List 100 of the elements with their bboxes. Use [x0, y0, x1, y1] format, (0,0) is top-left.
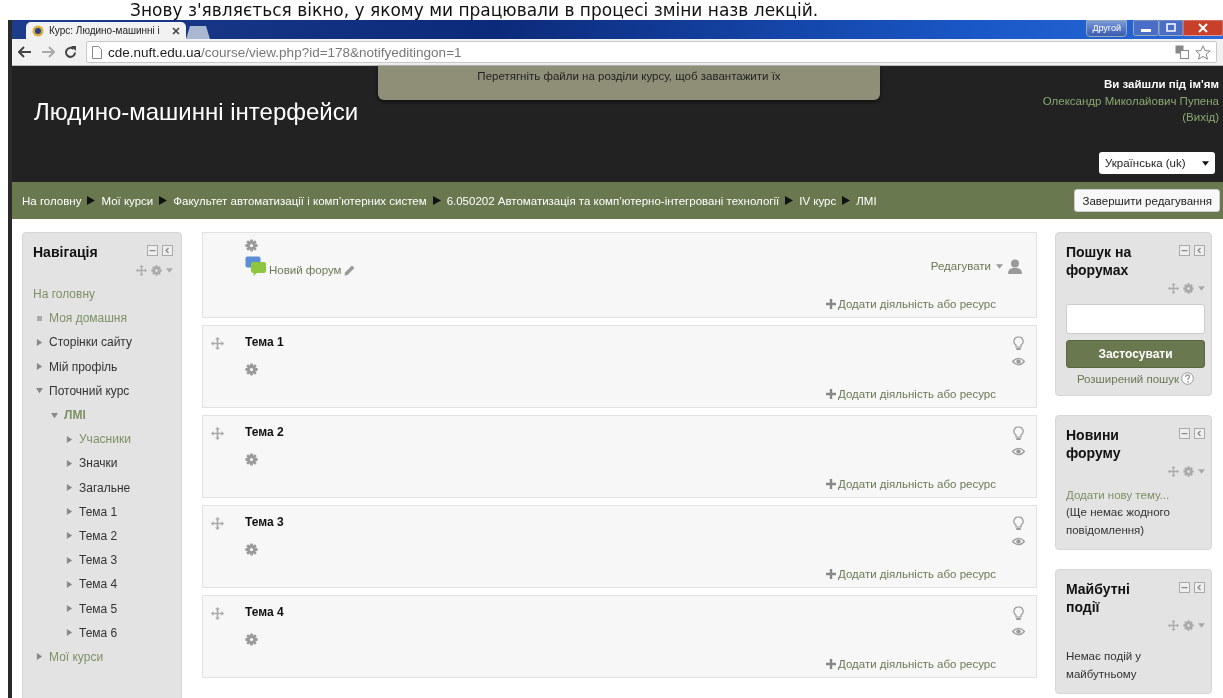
collapsed-arrow-icon[interactable] [36, 653, 43, 661]
dock-block-icon[interactable] [1194, 245, 1205, 256]
reload-icon[interactable] [64, 45, 77, 59]
person-icon[interactable] [1008, 258, 1022, 274]
lightbulb-icon[interactable] [1012, 606, 1024, 621]
lightbulb-icon[interactable] [1012, 516, 1024, 531]
collapsed-arrow-icon[interactable] [66, 556, 73, 564]
dock-block-icon[interactable] [1194, 582, 1205, 593]
move-icon[interactable] [211, 517, 224, 531]
nav-link[interactable]: Учасники [79, 432, 131, 447]
expanded-arrow-icon[interactable] [36, 387, 43, 395]
breadcrumb-link[interactable]: IV курс [799, 194, 837, 207]
caret-icon[interactable] [1202, 160, 1209, 166]
logout-link[interactable]: (Вихід) [1182, 111, 1219, 123]
gear-icon[interactable] [151, 265, 162, 276]
nav-link[interactable]: Тема 4 [79, 577, 118, 592]
minimize-block-icon[interactable] [1179, 245, 1190, 256]
eye-icon[interactable] [1011, 537, 1025, 546]
add-topic-link[interactable]: Додати нову тему... [1066, 489, 1205, 501]
forward-icon[interactable] [41, 46, 55, 58]
add-activity-link[interactable]: Додати діяльність або ресурс [826, 658, 996, 670]
search-field[interactable] [1066, 304, 1205, 334]
nav-link[interactable]: Мої курси [49, 649, 104, 664]
collapsed-arrow-icon[interactable] [66, 508, 73, 516]
plus-icon[interactable] [826, 389, 836, 399]
minimize-block-icon[interactable] [1179, 428, 1190, 439]
move-icon[interactable] [136, 265, 147, 276]
nav-link[interactable]: Поточний курс [49, 383, 130, 398]
move-icon[interactable] [1168, 283, 1179, 294]
collapsed-arrow-icon[interactable] [36, 338, 43, 346]
plus-icon[interactable] [826, 299, 836, 309]
gear-icon[interactable] [1183, 466, 1194, 477]
nav-link[interactable]: На головну [33, 287, 95, 302]
dock-block-icon[interactable] [1194, 428, 1205, 439]
add-activity-link[interactable]: Додати діяльність або ресурс [826, 388, 996, 400]
plus-icon[interactable] [826, 659, 836, 669]
profile-button[interactable]: Другой [1086, 20, 1127, 37]
eye-icon[interactable] [1011, 357, 1025, 366]
add-activity-link[interactable]: Додати діяльність або ресурс [826, 478, 996, 490]
breadcrumb-link[interactable]: ЛМІ [856, 194, 877, 207]
breadcrumb-link[interactable]: На головну [22, 194, 82, 207]
gear-icon[interactable] [245, 239, 258, 252]
minimize-block-icon[interactable] [1179, 582, 1190, 593]
add-activity-link[interactable]: Додати діяльність або ресурс [826, 568, 996, 580]
expanded-arrow-icon[interactable] [51, 411, 58, 419]
minimize-icon[interactable] [1133, 20, 1159, 36]
gear-icon[interactable] [245, 363, 258, 377]
nav-link[interactable]: Тема 6 [79, 625, 118, 640]
move-icon[interactable] [211, 607, 224, 621]
browser-tab[interactable]: Курс: Людино-машинні і [26, 22, 186, 39]
collapsed-arrow-icon[interactable] [66, 459, 73, 467]
nav-link[interactable]: Тема 1 [79, 504, 118, 519]
collapsed-arrow-icon[interactable] [66, 532, 73, 540]
collapsed-arrow-icon[interactable] [36, 363, 43, 371]
minimize-block-icon[interactable] [147, 245, 158, 256]
eye-icon[interactable] [1011, 627, 1025, 636]
collapsed-arrow-icon[interactable] [66, 580, 73, 588]
nav-link[interactable]: ЛМІ [64, 408, 86, 423]
finish-editing-button[interactable]: Завершити редагування [1074, 189, 1220, 212]
plus-icon[interactable] [826, 479, 836, 489]
breadcrumb-link[interactable]: 6.050202 Автоматизація та комп’ютерно-інтегровані технології [446, 194, 780, 207]
breadcrumb-link[interactable]: Факультет автоматизації і комп’ютерних систем [173, 194, 427, 207]
gear-icon[interactable] [1183, 283, 1194, 294]
maximize-icon[interactable] [1159, 20, 1183, 36]
apply-button[interactable]: Застосувати [1066, 340, 1205, 368]
collapsed-arrow-icon[interactable] [66, 605, 73, 613]
help-icon[interactable] [1181, 372, 1195, 385]
nav-link[interactable]: Значки [79, 456, 118, 471]
nav-link[interactable]: Моя домашня [49, 311, 127, 326]
dock-block-icon[interactable] [162, 245, 173, 256]
collapsed-arrow-icon[interactable] [66, 484, 73, 492]
nav-link[interactable]: Тема 3 [79, 553, 118, 568]
lightbulb-icon[interactable] [1012, 336, 1024, 351]
eye-icon[interactable] [1011, 447, 1025, 456]
star-icon[interactable] [1195, 44, 1211, 60]
nav-link[interactable]: Тема 5 [79, 601, 118, 616]
collapsed-arrow-icon[interactable] [66, 629, 73, 637]
move-icon[interactable] [1168, 466, 1179, 477]
gear-icon[interactable] [1183, 620, 1194, 631]
move-icon[interactable] [1168, 620, 1179, 631]
nav-link[interactable]: Загальне [79, 480, 131, 495]
move-icon[interactable] [211, 337, 224, 351]
gear-icon[interactable] [245, 453, 258, 467]
language-select[interactable]: Українська (uk) [1099, 152, 1215, 174]
move-icon[interactable] [211, 427, 224, 441]
breadcrumb-link[interactable]: Мої курси [101, 194, 154, 207]
nav-link[interactable]: Мій профіль [49, 359, 118, 374]
gear-icon[interactable] [245, 543, 258, 557]
new-tab-icon[interactable] [186, 26, 212, 39]
back-icon[interactable] [18, 46, 32, 58]
address-field[interactable]: cde.nuft.edu.ua/course/view.php?id=178&notifyeditingon=1 [86, 41, 1217, 63]
collapsed-arrow-icon[interactable] [66, 435, 73, 443]
plus-icon[interactable] [826, 569, 836, 579]
activity-link[interactable]: Новий форум [269, 264, 342, 276]
edit-menu[interactable]: Редагувати [930, 260, 991, 272]
pencil-icon[interactable] [343, 265, 355, 276]
gear-icon[interactable] [245, 633, 258, 647]
lightbulb-icon[interactable] [1012, 426, 1024, 441]
close-window-icon[interactable] [1183, 20, 1223, 36]
nav-link[interactable]: Сторінки сайту [49, 335, 132, 350]
